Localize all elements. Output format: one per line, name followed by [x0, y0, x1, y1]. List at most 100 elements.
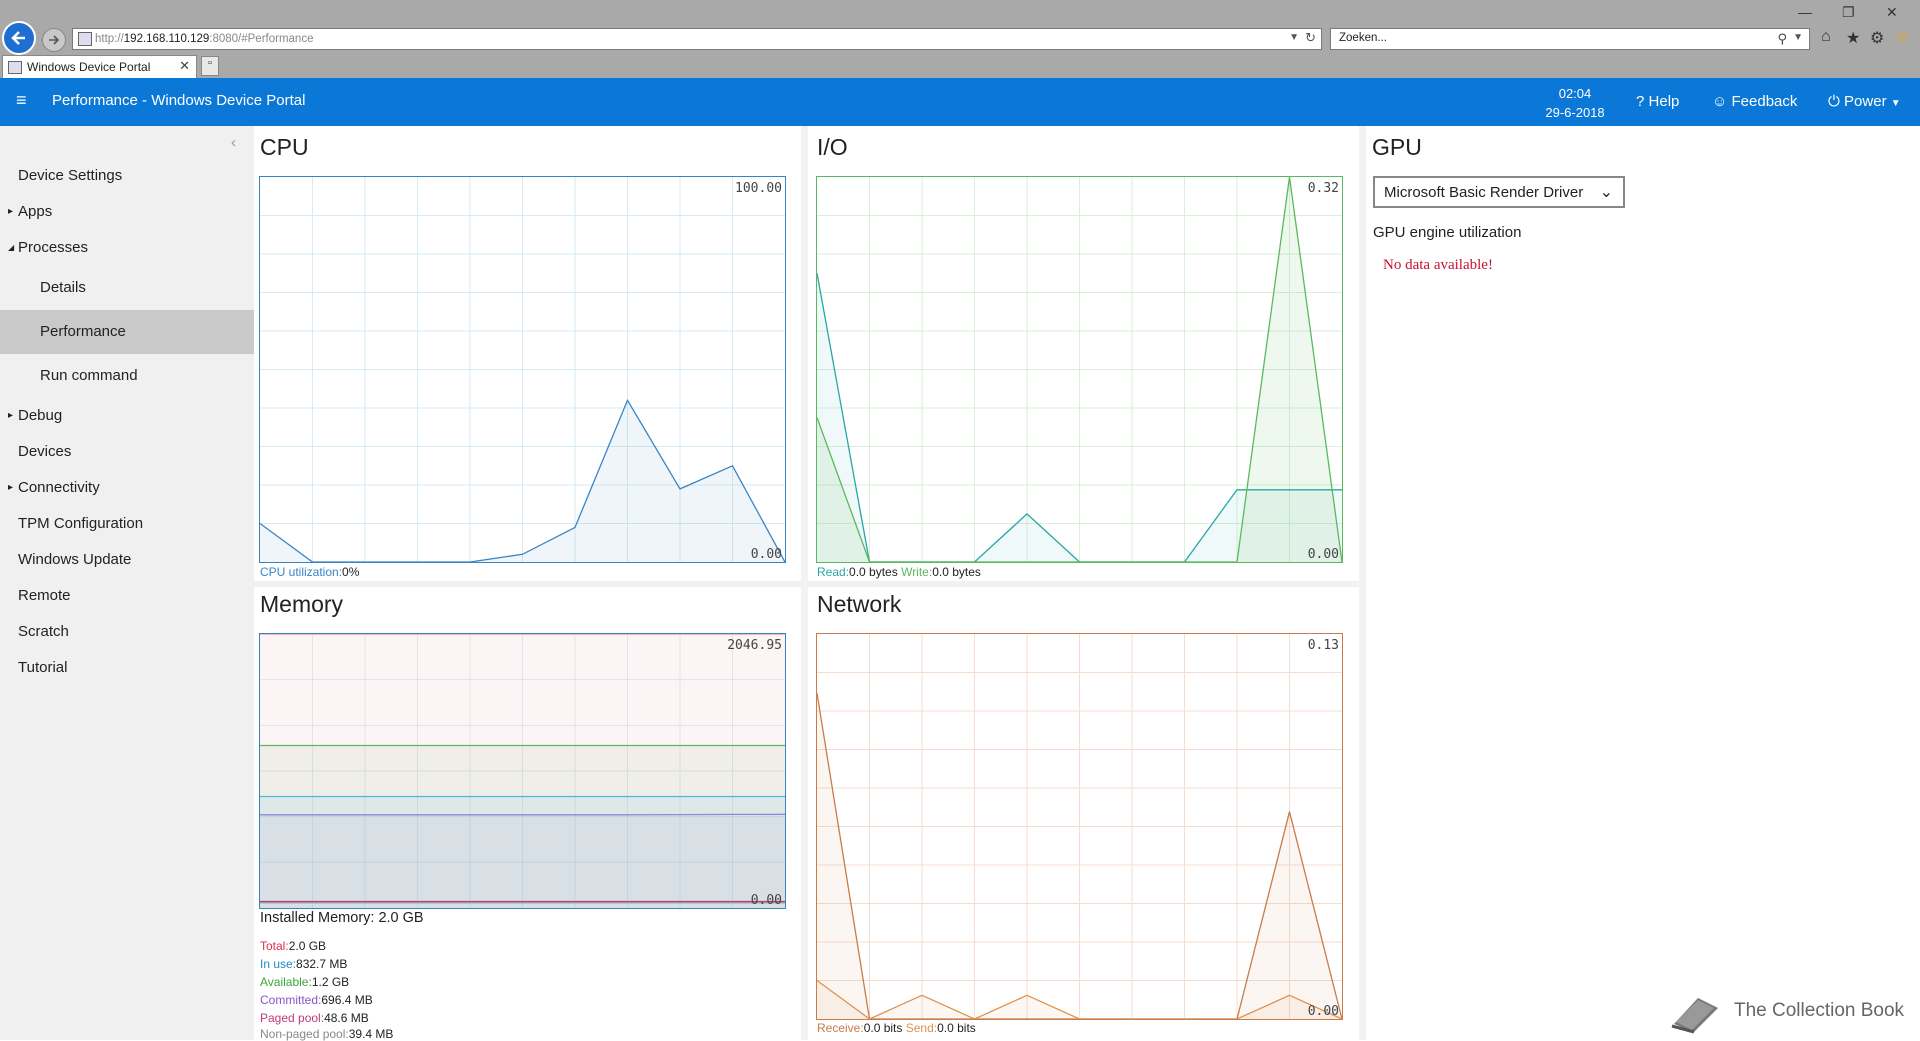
power-button[interactable]: ⏻ Power ▼ — [1828, 93, 1901, 110]
smiley-feedback-icon[interactable]: ☺ — [1894, 28, 1910, 46]
refresh-icon[interactable]: ↻ — [1305, 30, 1316, 46]
question-icon: ? — [1636, 93, 1645, 110]
memory-committed: Committed:696.4 MB — [260, 993, 373, 1007]
sidebar-item-performance[interactable]: Performance — [0, 310, 254, 354]
memory-chart: 2046.95 0.00 — [259, 633, 786, 909]
search-dropdown-icon[interactable]: ▼ — [1793, 32, 1803, 43]
panel-divider — [1359, 126, 1366, 1040]
network-chart: 0.13 0.00 — [816, 633, 1343, 1020]
io-title: I/O — [817, 134, 848, 160]
memory-label: Total: — [260, 939, 289, 953]
settings-gear-icon[interactable]: ⚙ — [1870, 28, 1884, 48]
memory-paged-pool: Paged pool:48.6 MB — [260, 1011, 369, 1025]
address-dropdown-icon[interactable]: ▼ — [1289, 32, 1299, 43]
power-icon: ⏻ — [1828, 93, 1840, 110]
clock-time: 02:04 — [1558, 86, 1592, 101]
io-chart-svg — [817, 177, 1342, 562]
browser-search-bar[interactable]: Zoeken... ⚲ ▼ — [1330, 28, 1810, 50]
network-chart-min: 0.00 — [1307, 1004, 1339, 1019]
help-button[interactable]: ? Help — [1636, 93, 1679, 110]
memory-chart-min: 0.00 — [750, 893, 782, 908]
close-window-icon[interactable]: ✕ — [1886, 4, 1898, 21]
caret-right-icon: ▸ — [8, 410, 14, 421]
caret-right-icon: ▸ — [8, 206, 14, 217]
browser-tab[interactable]: Windows Device Portal ✕ — [2, 55, 197, 78]
sidebar-item-apps[interactable]: ▸ Apps — [0, 194, 254, 230]
new-tab-button[interactable]: ▫ — [201, 56, 219, 76]
sidebar-item-device-settings[interactable]: Device Settings — [0, 158, 254, 194]
sidebar: ‹ Device Settings ▸ Apps ◢ Processes Detai… — [0, 126, 254, 1040]
cpu-title: CPU — [260, 134, 309, 160]
io-chart: 0.32 0.00 — [816, 176, 1343, 563]
clock-date: 29-6-2018 — [1545, 105, 1605, 120]
watermark-text: The Collection Book — [1734, 1000, 1905, 1021]
installed-memory: Installed Memory: 2.0 GB — [260, 910, 424, 926]
sidebar-item-windows-update[interactable]: Windows Update — [0, 542, 254, 578]
tab-row — [0, 54, 1920, 78]
network-chart-max: 0.13 — [1307, 638, 1339, 653]
memory-in-use: In use:832.7 MB — [260, 957, 348, 971]
home-icon[interactable]: ⌂ — [1821, 28, 1831, 46]
io-stats: Read:0.0 bytes Write:0.0 bytes — [817, 565, 981, 579]
chevron-down-icon: ⌄ — [1599, 184, 1613, 201]
panel-divider — [254, 581, 1359, 587]
browser-chrome: http://192.168.110.129:8080/#Performance… — [0, 0, 1920, 78]
sidebar-item-debug[interactable]: ▸ Debug — [0, 398, 254, 434]
memory-chart-max: 2046.95 — [727, 638, 782, 653]
sidebar-item-devices[interactable]: Devices — [0, 434, 254, 470]
sidebar-item-tutorial[interactable]: Tutorial — [0, 650, 254, 686]
favorites-star-icon[interactable]: ★ — [1846, 28, 1860, 48]
forward-arrow-icon — [49, 35, 60, 45]
gpu-adapter-value: Microsoft Basic Render Driver — [1384, 184, 1584, 201]
minimize-icon[interactable]: — — [1798, 4, 1812, 20]
cpu-utilization: CPU utilization:0% — [260, 565, 360, 579]
chevron-down-icon: ▼ — [1890, 98, 1901, 109]
back-button[interactable] — [2, 21, 36, 55]
sidebar-item-processes[interactable]: ◢ Processes — [0, 230, 254, 266]
title-bar — [0, 0, 1920, 26]
address-bar[interactable]: http://192.168.110.129:8080/#Performance… — [72, 28, 1322, 50]
memory-label: Non-paged pool: — [260, 1027, 349, 1041]
search-icon[interactable]: ⚲ — [1777, 31, 1787, 47]
clock: 02:04 29-6-2018 — [1520, 84, 1630, 122]
tab-title: Windows Device Portal — [27, 60, 151, 74]
memory-total: Total:2.0 GB — [260, 939, 327, 953]
restore-icon[interactable]: ❐ — [1842, 4, 1855, 21]
search-placeholder: Zoeken... — [1339, 32, 1387, 44]
memory-available: Available:1.2 GB — [260, 975, 350, 989]
gpu-engine-label: GPU engine utilization — [1373, 224, 1522, 241]
sidebar-item-remote[interactable]: Remote — [0, 578, 254, 614]
feedback-button[interactable]: ☺ Feedback — [1712, 93, 1797, 110]
url-text: http://192.168.110.129:8080/#Performance — [95, 33, 314, 45]
back-arrow-icon — [11, 31, 25, 45]
caret-right-icon: ▸ — [8, 482, 14, 493]
cpu-chart: 100.00 0.00 — [259, 176, 786, 563]
site-icon — [78, 32, 92, 46]
hamburger-menu-icon[interactable]: ≡ — [16, 90, 27, 111]
page-title: Performance - Windows Device Portal — [52, 92, 306, 109]
gpu-no-data-message: No data available! — [1383, 257, 1493, 273]
sidebar-item-connectivity[interactable]: ▸ Connectivity — [0, 470, 254, 506]
book-logo-icon — [1671, 998, 1718, 1034]
caret-down-icon: ◢ — [8, 243, 15, 252]
gpu-title: GPU — [1372, 134, 1422, 160]
gpu-adapter-select[interactable]: Microsoft Basic Render Driver ⌄ — [1373, 176, 1625, 208]
memory-label: Committed: — [260, 993, 322, 1007]
cpu-chart-svg — [260, 177, 785, 562]
sidebar-item-scratch[interactable]: Scratch — [0, 614, 254, 650]
network-stats: Receive:0.0 bits Send:0.0 bits — [817, 1021, 976, 1035]
sidebar-item-details[interactable]: Details — [0, 270, 254, 306]
memory-title: Memory — [260, 591, 344, 617]
io-chart-min: 0.00 — [1307, 547, 1339, 562]
cpu-chart-max: 100.00 — [735, 181, 782, 196]
tab-favicon-icon — [8, 61, 22, 74]
sidebar-item-run-command[interactable]: Run command — [0, 358, 254, 394]
sidebar-collapse-icon[interactable]: ‹ — [231, 134, 236, 151]
memory-label: Paged pool: — [260, 1011, 325, 1025]
network-title: Network — [817, 591, 902, 617]
forward-button[interactable] — [42, 28, 66, 52]
sidebar-item-tpm-configuration[interactable]: TPM Configuration — [0, 506, 254, 542]
memory-non-paged-pool: Non-paged pool:39.4 MB — [260, 1027, 394, 1041]
tab-close-icon[interactable]: ✕ — [179, 58, 190, 74]
network-chart-svg — [817, 634, 1342, 1019]
